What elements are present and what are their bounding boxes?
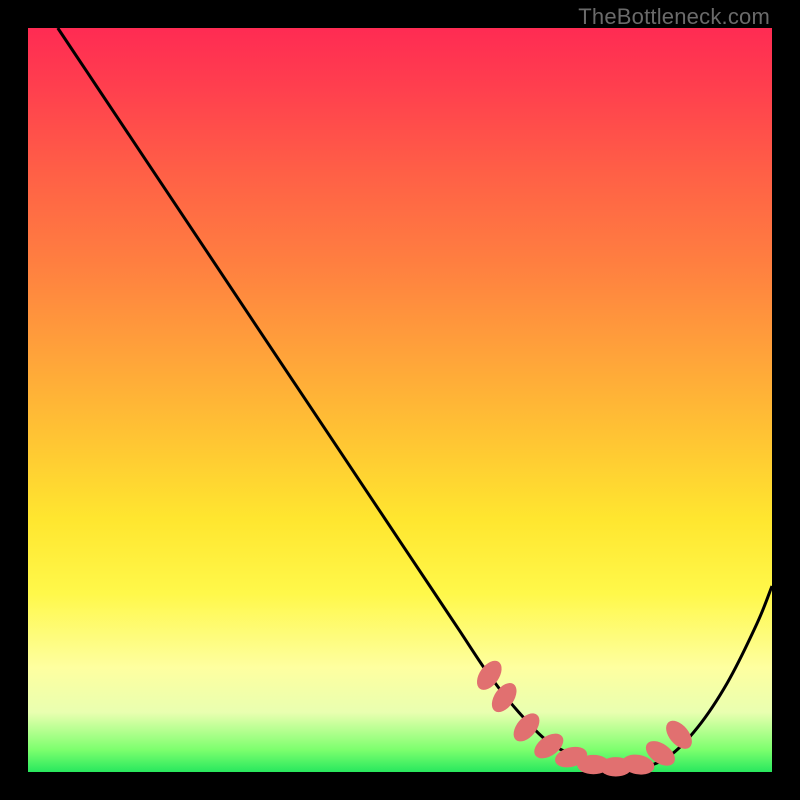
chart-container: TheBottleneck.com (0, 0, 800, 800)
watermark-text: TheBottleneck.com (578, 4, 770, 30)
curve-svg (28, 28, 772, 772)
plot-area (28, 28, 772, 772)
curve-marker (509, 709, 545, 747)
bottleneck-curve (58, 28, 772, 770)
curve-markers (472, 656, 697, 777)
